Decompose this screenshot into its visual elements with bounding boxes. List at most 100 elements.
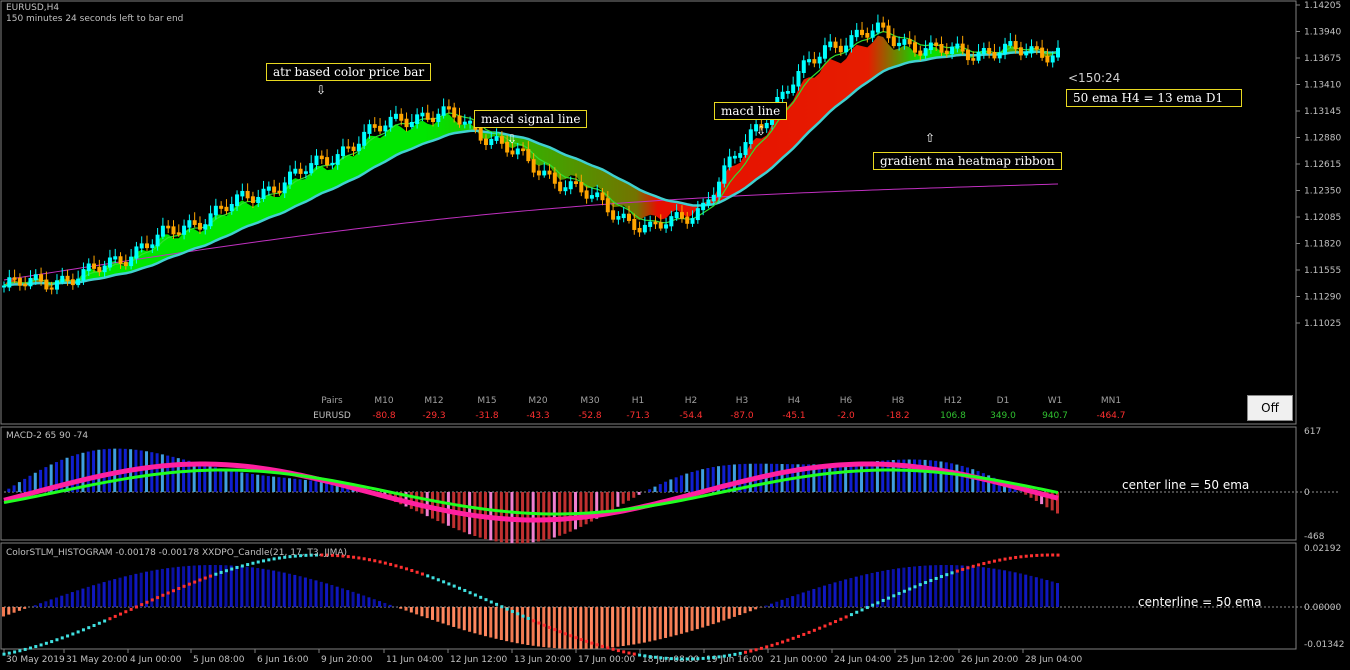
- stlm-histogram-bar: [17, 607, 21, 611]
- macd-histogram-bar: [679, 475, 683, 492]
- candle-body: [923, 48, 928, 56]
- candle-body: [854, 29, 859, 38]
- mtf-timeframe-header: H1: [632, 396, 645, 406]
- candle-body: [552, 172, 557, 184]
- candle-body: [139, 243, 144, 249]
- off-button[interactable]: Off: [1247, 395, 1293, 421]
- candle-body: [372, 124, 377, 128]
- macd-histogram-bar: [669, 479, 673, 492]
- stlm-histogram-bar: [674, 607, 678, 636]
- stlm-histogram-bar: [981, 567, 985, 607]
- price-tick-label: 1.11290: [1304, 293, 1341, 303]
- stlm-signal-dot: [521, 614, 525, 618]
- stlm-histogram-bar: [362, 595, 366, 607]
- candle-body: [499, 136, 504, 144]
- stlm-histogram-bar: [441, 607, 445, 624]
- stlm-signal-dot: [235, 565, 239, 569]
- stlm-signal-dot: [696, 657, 700, 661]
- macd-histogram-bar: [854, 462, 858, 492]
- candle-body: [303, 171, 308, 174]
- stlm-signal-dot: [1056, 553, 1060, 557]
- stlm-histogram-bar: [166, 568, 170, 607]
- stlm-histogram-bar: [150, 570, 154, 607]
- candle-body: [425, 112, 430, 120]
- stlm-signal-dot: [537, 621, 541, 625]
- macd-histogram-bar: [7, 488, 11, 492]
- stlm-histogram-bar: [870, 572, 874, 607]
- stlm-histogram-bar: [722, 607, 726, 621]
- candle-body: [902, 39, 907, 45]
- stlm-signal-dot: [860, 608, 864, 612]
- stlm-signal-dot: [378, 560, 382, 564]
- stlm-signal-dot: [373, 559, 377, 563]
- candle-body: [881, 22, 886, 28]
- macd-histogram-bar: [844, 463, 848, 492]
- stlm-signal-dot: [955, 569, 959, 573]
- candle-body: [579, 181, 584, 193]
- stlm-signal-dot: [150, 598, 154, 602]
- candle-body: [632, 218, 637, 230]
- stlm-histogram-bar: [717, 607, 721, 623]
- time-tick-label: 25 Jun 12:00: [897, 655, 954, 665]
- stlm-histogram-bar: [240, 566, 244, 607]
- stlm-histogram-bar: [796, 594, 800, 607]
- candle-body: [150, 244, 155, 249]
- stlm-signal-dot: [103, 619, 107, 623]
- macd-histogram-bar: [928, 460, 932, 492]
- candle-body: [907, 39, 912, 45]
- candle-body: [240, 190, 245, 197]
- candle-body: [515, 148, 520, 155]
- stlm-histogram-bar: [1024, 574, 1028, 607]
- stlm-histogram-bar: [1056, 583, 1059, 607]
- stlm-histogram-bar: [425, 607, 429, 619]
- candle-body: [653, 221, 658, 225]
- macd-histogram-bar: [139, 450, 143, 492]
- candle-body: [462, 121, 467, 125]
- macd-histogram-bar: [145, 451, 149, 492]
- macd-histogram-bar: [266, 476, 270, 492]
- time-tick-label: 9 Jun 20:00: [321, 655, 373, 665]
- stlm-histogram-bar: [266, 569, 270, 607]
- stlm-signal-dot: [659, 656, 663, 660]
- macd-histogram-bar: [611, 492, 615, 510]
- candle-body: [92, 263, 97, 269]
- stlm-histogram-bar: [918, 565, 922, 607]
- candle-body: [717, 181, 722, 197]
- candle-body: [584, 190, 589, 199]
- stlm-histogram-bar: [727, 607, 731, 619]
- macd-histogram-bar: [256, 474, 260, 492]
- stlm-signal-dot: [939, 575, 943, 579]
- stlm-histogram-bar: [372, 599, 376, 607]
- macd-histogram-bar: [23, 478, 27, 492]
- mtf-timeframe-header: H8: [892, 396, 905, 406]
- stlm-histogram-bar: [420, 607, 424, 617]
- stlm-histogram-bar: [309, 578, 313, 607]
- stlm-histogram-bar: [107, 580, 111, 607]
- candle-body: [1024, 51, 1029, 56]
- stlm-histogram-bar: [600, 607, 604, 649]
- stlm-signal-dot: [129, 607, 133, 611]
- candle-body: [838, 45, 843, 53]
- macd-histogram-bar: [303, 479, 307, 492]
- macd-histogram-bar: [981, 473, 985, 492]
- bar-timer: <150:24: [1068, 71, 1121, 85]
- candle-body: [648, 221, 653, 227]
- stlm-histogram-bar: [1018, 573, 1022, 607]
- stlm-signal-dot: [436, 578, 440, 582]
- macd-histogram-bar: [950, 463, 954, 492]
- mtf-timeframe-header: M30: [580, 396, 599, 406]
- stlm-signal-dot: [918, 583, 922, 587]
- stlm-signal-dot: [876, 601, 880, 605]
- stlm-histogram-bar: [685, 607, 689, 633]
- candle-body: [187, 220, 192, 228]
- candle-body: [637, 227, 642, 233]
- macd-histogram-bar: [542, 492, 546, 541]
- stlm-signal-dot: [1019, 555, 1023, 559]
- stlm-signal-dot: [924, 581, 928, 585]
- macd-histogram-bar: [849, 462, 853, 492]
- candle-body: [981, 47, 986, 54]
- stlm-histogram-bar: [828, 583, 832, 607]
- mtf-value-cell: -43.3: [526, 411, 549, 421]
- stlm-signal-dot: [712, 655, 716, 659]
- stlm-histogram-bar: [340, 588, 344, 607]
